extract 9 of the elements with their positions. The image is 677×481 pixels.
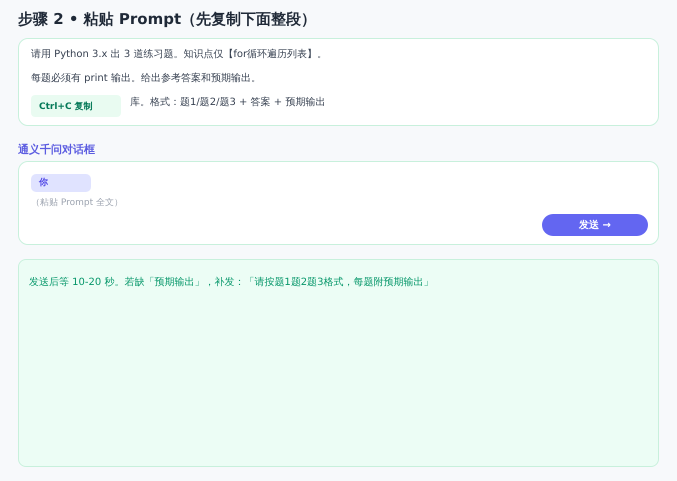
send-button[interactable]: 发送 → <box>542 214 648 236</box>
speaker-tag: 你 <box>31 174 91 192</box>
note-text: 发送后等 10-20 秒。若缺「预期输出」，补发：「请按题1题2题3格式，每题附预期输出」 <box>29 277 434 288</box>
prompt-line: 请用 Python 3.x 出 3 道练习题。知识点仅【for循环遍历列表】。 <box>31 49 328 60</box>
dialog-label: 通义千问对话框 <box>18 142 96 157</box>
copy-button[interactable]: Ctrl+C 复制 <box>31 95 121 117</box>
step-title: 步骤 2 • 粘贴 Prompt（先复制下面整段） <box>18 10 318 29</box>
prompt-line: 每题必须有 print 输出。给出参考答案和预期输出。 <box>31 73 261 84</box>
prompt-line: 库。格式：题1/题2/题3 + 答案 + 预期输出 <box>130 97 326 108</box>
